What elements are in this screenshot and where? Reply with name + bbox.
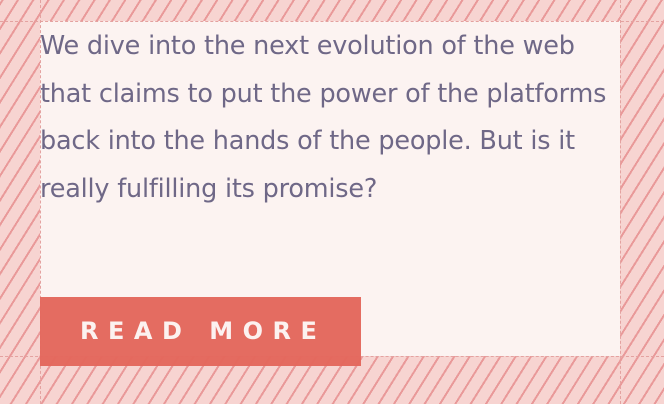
card-description: We dive into the next evolution of the w… — [40, 31, 607, 204]
read-more-button[interactable]: READ MORE — [40, 297, 361, 366]
